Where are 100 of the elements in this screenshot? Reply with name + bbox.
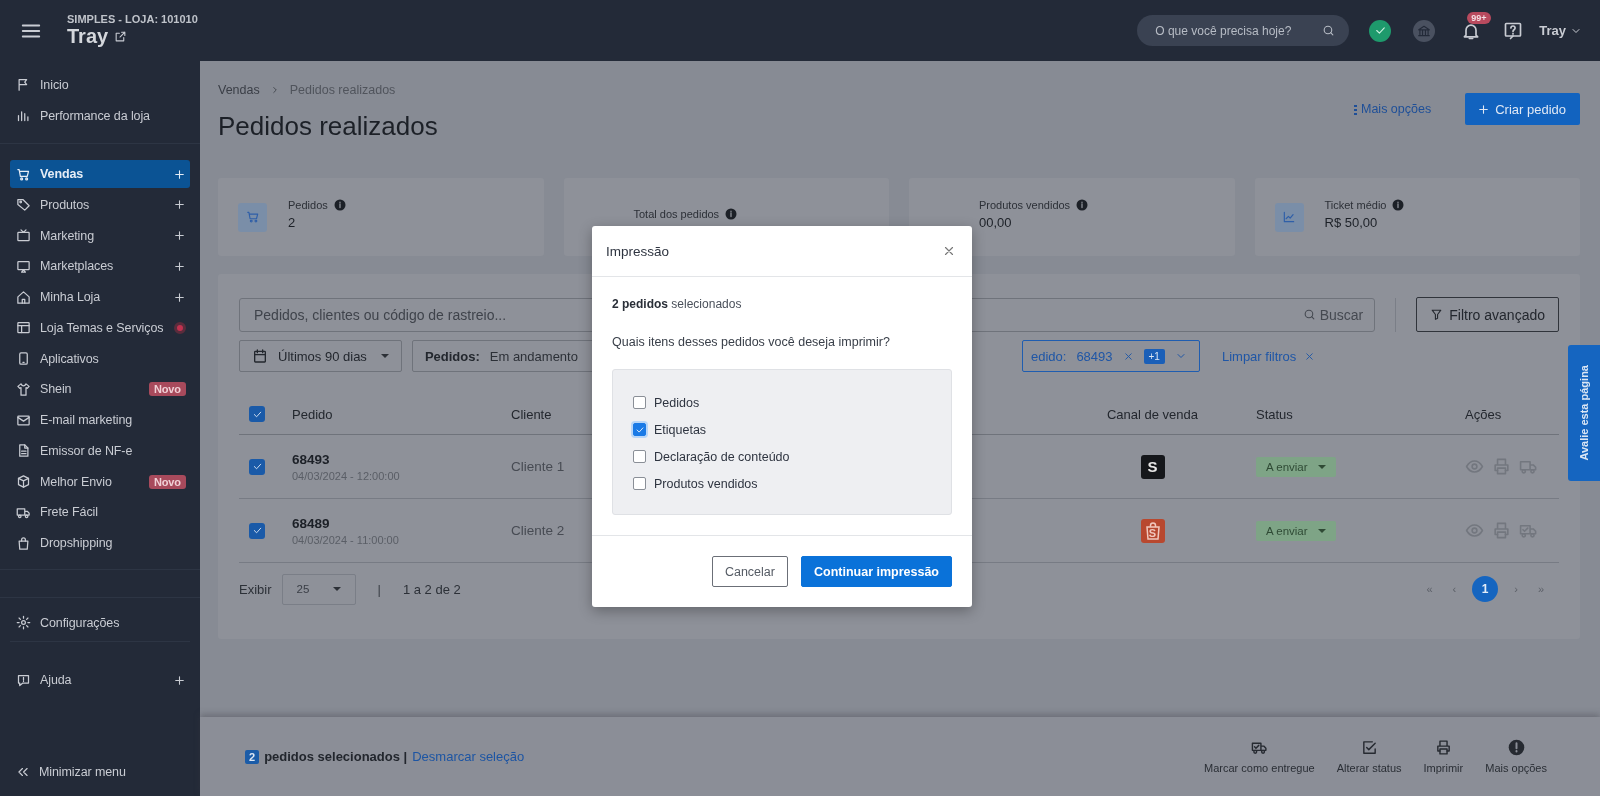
cancel-button[interactable]: Cancelar xyxy=(711,556,788,587)
checkbox[interactable] xyxy=(633,450,646,463)
column-header: Cliente xyxy=(511,406,552,422)
user-menu[interactable]: Tray xyxy=(1539,23,1582,38)
filter-dropdown[interactable]: Últimos 90 dias xyxy=(239,340,402,372)
sidebar-item[interactable]: Aplicativos xyxy=(10,344,190,373)
sales-channel-logo: S xyxy=(1140,454,1165,479)
page-button[interactable]: 1 xyxy=(1472,576,1499,602)
search-field[interactable]: O que você precisa hoje? xyxy=(1137,15,1350,46)
stat-value: 00,00 xyxy=(979,214,1013,230)
info-icon[interactable] xyxy=(1076,198,1089,211)
printer-icon xyxy=(1434,739,1452,756)
checkbox[interactable] xyxy=(249,406,265,422)
filter-icon xyxy=(1430,308,1444,321)
advanced-filter-button[interactable]: Filtro avançado xyxy=(1416,297,1559,332)
feedback-tab[interactable]: Avalie esta página xyxy=(1568,345,1600,481)
check-icon[interactable] xyxy=(1369,19,1392,42)
notification-badge: 99+ xyxy=(1467,11,1491,24)
plus-icon[interactable] xyxy=(173,259,186,273)
checkbox[interactable] xyxy=(633,423,646,436)
checkbox[interactable] xyxy=(633,396,646,409)
bulk-action-button[interactable]: Imprimir xyxy=(1417,739,1470,774)
stat-label: Total dos pedidos xyxy=(633,208,720,220)
sidebar-item[interactable]: Emissor de NF-e xyxy=(10,436,190,465)
edit-check-icon xyxy=(1360,739,1378,756)
plus-icon[interactable] xyxy=(173,229,186,242)
sidebar-item[interactable]: Produtos xyxy=(10,190,190,219)
double-chevron-icon xyxy=(16,765,30,779)
option-label: Etiquetas xyxy=(654,422,707,437)
sales-channel-logo: S xyxy=(1140,518,1165,543)
info-icon xyxy=(1507,739,1525,756)
plus-icon xyxy=(1477,102,1491,116)
info-icon[interactable] xyxy=(725,208,738,220)
sidebar-item[interactable]: Marketing xyxy=(10,221,190,250)
column-header: Pedido xyxy=(292,406,333,422)
sidebar-item[interactable]: Melhor Envio Novo xyxy=(10,467,190,496)
minimize-menu-button[interactable]: Minimizar menu xyxy=(10,758,190,786)
settings-icon xyxy=(16,615,31,630)
sidebar-item[interactable]: Configurações xyxy=(10,608,190,637)
plus-icon[interactable] xyxy=(173,290,186,304)
breadcrumb-current: Pedidos realizados xyxy=(289,83,396,97)
plus-icon[interactable] xyxy=(173,167,186,181)
search-icon[interactable] xyxy=(1322,24,1336,37)
separator: | xyxy=(377,581,381,597)
sidebar-item[interactable]: E-mail marketing xyxy=(10,406,190,434)
close-button[interactable] xyxy=(942,244,956,258)
plus-icon[interactable] xyxy=(173,673,186,687)
sidebar-item[interactable]: Loja Temas e Serviços xyxy=(10,313,190,342)
order-number[interactable]: 68493 xyxy=(292,451,400,467)
sidebar-item[interactable]: Performance da loja xyxy=(10,101,190,130)
plus-icon[interactable] xyxy=(173,198,186,212)
sidebar-item[interactable]: Ajuda xyxy=(10,666,190,694)
calendar-icon xyxy=(252,348,268,364)
status-dropdown[interactable]: A enviar xyxy=(1256,520,1336,541)
checkbox[interactable] xyxy=(249,458,265,475)
order-number[interactable]: 68489 xyxy=(292,515,399,531)
help-icon xyxy=(16,672,31,688)
info-icon[interactable] xyxy=(333,198,346,211)
check-icon xyxy=(251,525,263,536)
bulk-action-button[interactable]: Alterar status xyxy=(1330,739,1408,774)
column-header: Status xyxy=(1256,406,1293,422)
external-link-icon[interactable] xyxy=(114,30,128,43)
continue-print-button[interactable]: Continuar impressão xyxy=(800,556,952,587)
checkbox[interactable] xyxy=(633,477,646,490)
new-badge: Novo xyxy=(148,474,186,489)
sidebar-item[interactable]: Dropshipping xyxy=(10,529,190,557)
bag-icon xyxy=(16,535,31,551)
status-dropdown[interactable]: A enviar xyxy=(1256,456,1336,477)
phone-icon xyxy=(16,351,31,366)
sidebar-item[interactable]: Shein Novo xyxy=(10,375,190,404)
layout-icon xyxy=(16,320,31,336)
page-size-dropdown[interactable]: 25 xyxy=(281,573,356,605)
checkbox[interactable] xyxy=(249,522,265,539)
bulk-action-button[interactable]: Mais opções xyxy=(1479,739,1553,774)
sidebar-item[interactable]: Frete Fácil xyxy=(10,498,190,527)
bulk-action-button[interactable]: Marcar como entregue xyxy=(1198,739,1321,774)
help-icon[interactable] xyxy=(1503,20,1524,41)
sidebar-item[interactable]: Vendas xyxy=(10,160,190,188)
page-title: Pedidos realizados xyxy=(218,111,438,142)
search-button[interactable]: Buscar xyxy=(1302,306,1364,323)
store-id: SIMPLES - LOJA: 101010 xyxy=(67,13,198,25)
client-name: Cliente 1 xyxy=(511,459,565,474)
stat-label: Ticket médio xyxy=(1324,198,1387,211)
page-size-label: Exibir xyxy=(239,581,272,597)
document-icon xyxy=(16,443,31,459)
sidebar-item[interactable]: Inicio xyxy=(10,70,190,99)
sidebar-item[interactable]: Marketplaces xyxy=(10,252,190,281)
line-chart-icon xyxy=(1274,202,1304,232)
close-icon xyxy=(1304,350,1316,362)
home-icon xyxy=(16,289,31,305)
tag-icon xyxy=(16,197,31,213)
selection-summary: 2 pedidos selecionados xyxy=(612,297,743,311)
breadcrumb-link[interactable]: Vendas xyxy=(218,83,260,97)
create-order-button[interactable]: Criar pedido xyxy=(1465,93,1580,125)
info-icon[interactable] xyxy=(1392,198,1405,211)
new-badge: Novo xyxy=(148,382,186,397)
monitor-icon xyxy=(16,258,31,274)
sidebar-item[interactable]: Minha Loja xyxy=(10,283,190,311)
chip-label: edido: xyxy=(1030,348,1067,364)
cart-icon xyxy=(238,202,267,232)
